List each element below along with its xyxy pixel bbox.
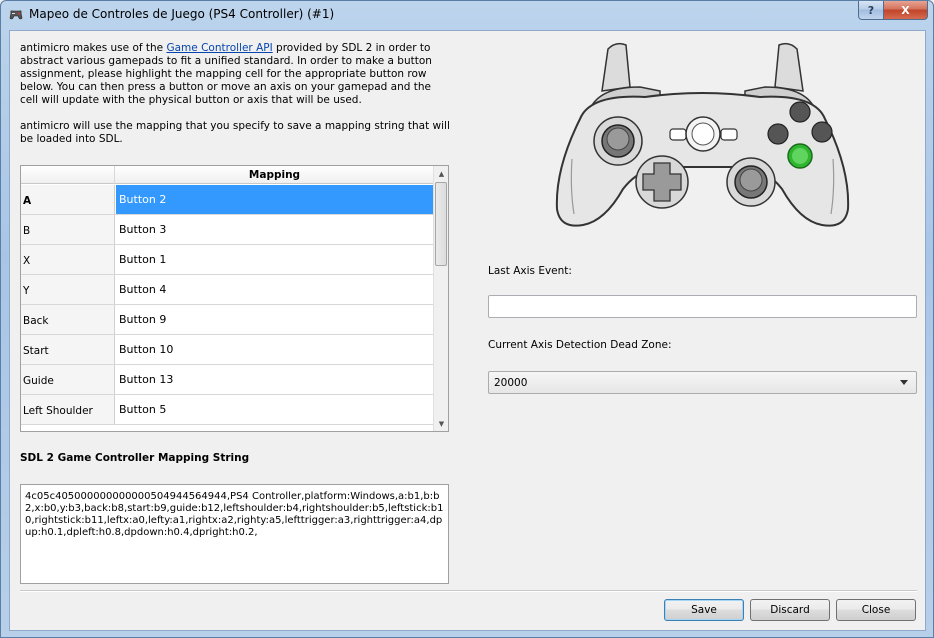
- close-button[interactable]: Close: [836, 599, 916, 621]
- face-button-b-shape: [811, 121, 833, 143]
- dead-zone-label: Current Axis Detection Dead Zone:: [488, 339, 672, 351]
- table-rows: A Button 2 B Button 3 X Button 1 Y Button 4 Back…: [21, 185, 434, 425]
- mapping-cell[interactable]: Button 1: [116, 245, 434, 274]
- row-header[interactable]: Left Shoulder: [21, 395, 115, 424]
- mapping-cell[interactable]: Button 13: [116, 365, 434, 394]
- intro-text-1a: antimicro makes use of the: [20, 42, 167, 54]
- table-row[interactable]: A Button 2: [21, 185, 434, 215]
- scroll-thumb[interactable]: [435, 182, 447, 266]
- button-separator: [20, 590, 917, 592]
- controller-diagram: [555, 42, 850, 227]
- row-header[interactable]: A: [21, 185, 115, 214]
- table-row[interactable]: Back Button 9: [21, 305, 434, 335]
- table-corner: [21, 166, 115, 184]
- dialog-window: Mapeo de Controles de Juego (PS4 Control…: [0, 0, 934, 638]
- mapping-table: Mapping A Button 2 B Button 3 X Button 1 Y Butt…: [20, 165, 449, 432]
- row-header[interactable]: B: [21, 215, 115, 244]
- save-button[interactable]: Save: [664, 599, 744, 621]
- mapping-cell[interactable]: Button 5: [116, 395, 434, 424]
- table-row[interactable]: B Button 3: [21, 215, 434, 245]
- window-controls: ? X: [858, 1, 928, 21]
- table-header: Mapping: [21, 166, 434, 184]
- table-row[interactable]: Guide Button 13: [21, 365, 434, 395]
- intro-text: antimicro makes use of the Game Controll…: [20, 42, 450, 159]
- window-title: Mapeo de Controles de Juego (PS4 Control…: [29, 7, 335, 21]
- table-row[interactable]: Y Button 4: [21, 275, 434, 305]
- mapping-cell[interactable]: Button 9: [116, 305, 434, 334]
- row-header[interactable]: Y: [21, 275, 115, 304]
- mapping-cell[interactable]: Button 4: [116, 275, 434, 304]
- dialog-client-area: antimicro makes use of the Game Controll…: [9, 30, 926, 631]
- face-button-x-shape: [767, 123, 789, 145]
- mapping-cell[interactable]: Button 10: [116, 335, 434, 364]
- title-bar[interactable]: Mapeo de Controles de Juego (PS4 Control…: [1, 1, 933, 30]
- close-window-button[interactable]: X: [884, 1, 928, 20]
- mapping-cell[interactable]: Button 3: [116, 215, 434, 244]
- intro-paragraph-1: antimicro makes use of the Game Controll…: [20, 42, 450, 107]
- scroll-up-arrow-icon[interactable]: ▲: [434, 166, 448, 181]
- discard-button[interactable]: Discard: [750, 599, 830, 621]
- back-button-shape: [669, 128, 687, 141]
- right-trigger-shape: [774, 42, 804, 92]
- mapping-cell[interactable]: Button 2: [116, 185, 434, 214]
- table-row[interactable]: Start Button 10: [21, 335, 434, 365]
- dead-zone-select[interactable]: 20000: [488, 371, 917, 394]
- table-scrollbar[interactable]: ▲ ▼: [433, 166, 448, 431]
- game-controller-api-link[interactable]: Game Controller API: [166, 42, 272, 54]
- row-header[interactable]: Back: [21, 305, 115, 334]
- help-button[interactable]: ?: [858, 1, 884, 20]
- row-header[interactable]: Guide: [21, 365, 115, 394]
- table-row[interactable]: Left Shoulder Button 5: [21, 395, 434, 425]
- chevron-down-icon: [900, 380, 908, 385]
- table-row[interactable]: X Button 1: [21, 245, 434, 275]
- last-axis-event-field[interactable]: [488, 295, 917, 318]
- start-button-shape: [720, 128, 738, 141]
- row-header[interactable]: Start: [21, 335, 115, 364]
- last-axis-event-label: Last Axis Event:: [488, 265, 572, 277]
- row-header[interactable]: X: [21, 245, 115, 274]
- face-button-y-shape: [789, 101, 811, 123]
- column-header-mapping[interactable]: Mapping: [115, 169, 434, 181]
- left-trigger-shape: [601, 42, 631, 92]
- dead-zone-value: 20000: [494, 377, 528, 389]
- intro-paragraph-2: antimicro will use the mapping that you …: [20, 120, 450, 145]
- mapping-string-label: SDL 2 Game Controller Mapping String: [20, 452, 250, 464]
- scroll-down-arrow-icon[interactable]: ▼: [434, 416, 448, 431]
- gamepad-icon: [9, 10, 23, 20]
- mapping-string-textbox[interactable]: 4c05c405000000000000504944564944,PS4 Con…: [20, 484, 449, 584]
